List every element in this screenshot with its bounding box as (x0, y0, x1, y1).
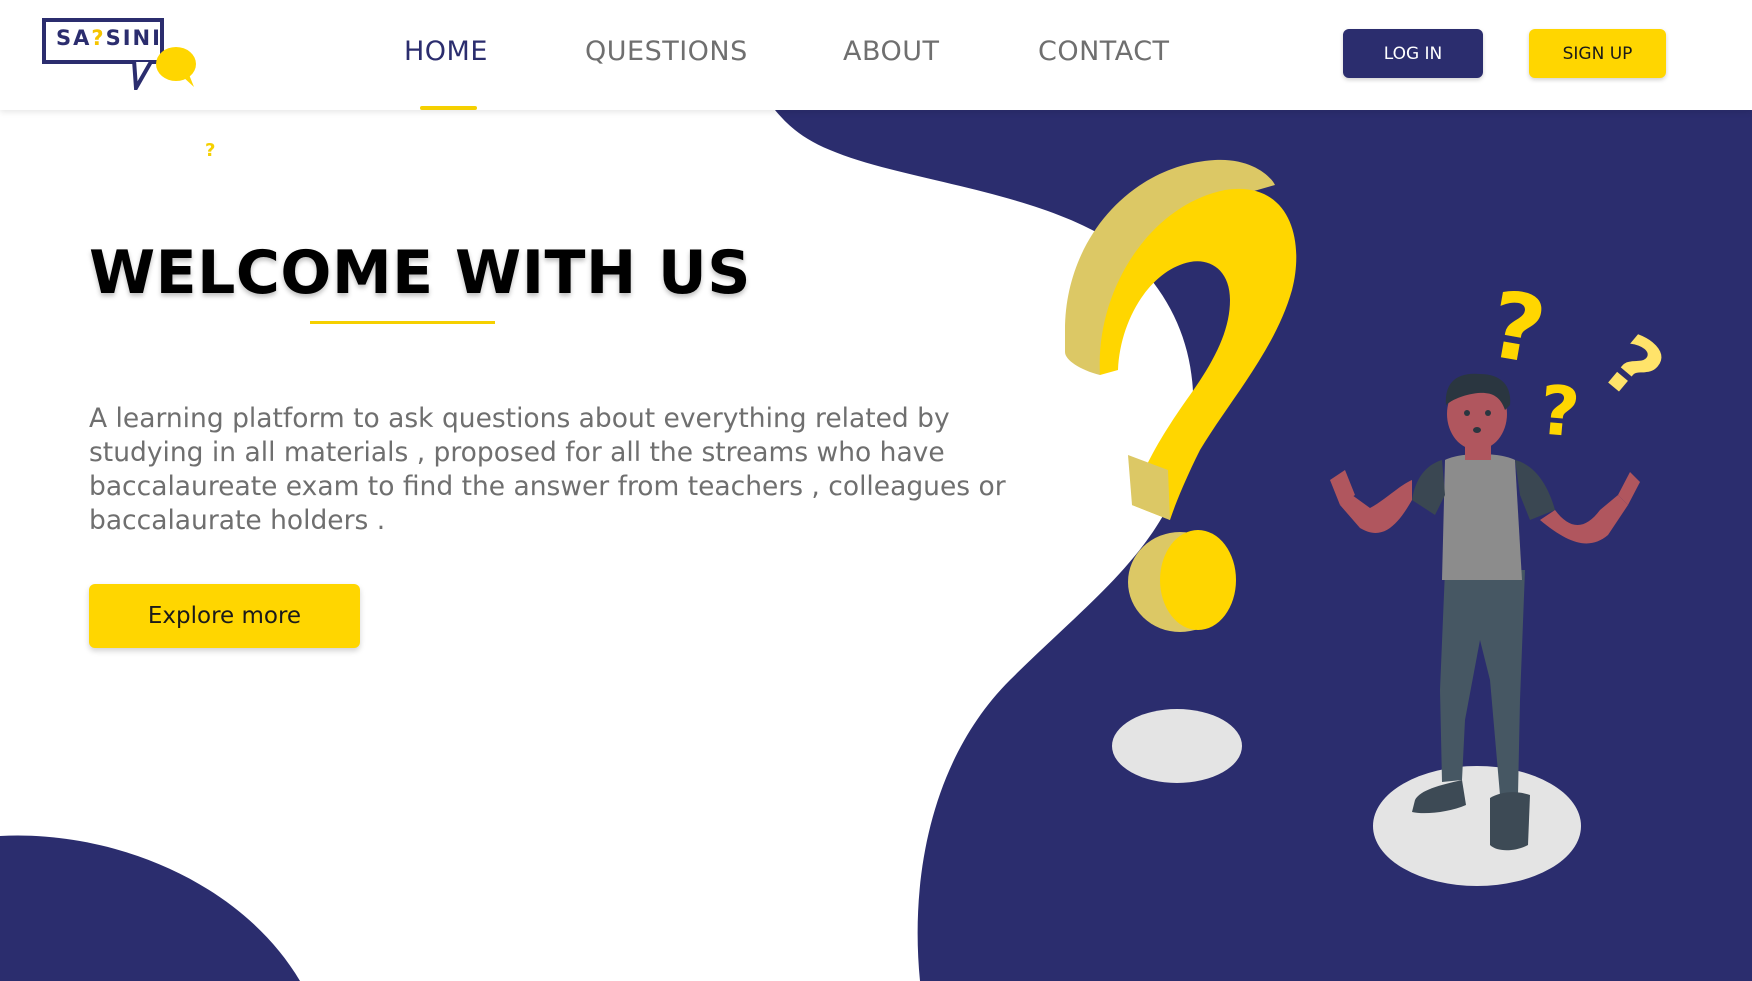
small-question-mark-icon: ? (205, 140, 216, 161)
floor-shadow-small (1112, 709, 1242, 783)
logo-text: SA?SINI (56, 26, 162, 50)
hero-title: WELCOME WITH US (89, 238, 751, 308)
nav-questions[interactable]: QUESTIONS (585, 36, 748, 67)
nav-active-indicator (420, 106, 477, 110)
top-navbar: SA?SINI HOME QUESTIONS ABOUT CONTACT LOG… (0, 0, 1752, 110)
logo-bubble-tail-icon (132, 60, 154, 90)
floating-question-mark-1: ? (1482, 271, 1553, 386)
signup-button[interactable]: SIGN UP (1529, 29, 1666, 78)
login-button[interactable]: LOG IN (1343, 29, 1483, 78)
hero-title-underline (310, 321, 495, 324)
logo-speech-bubble-icon (156, 47, 196, 87)
floor-shadow-large (1373, 766, 1581, 886)
nav-contact[interactable]: CONTACT (1038, 36, 1170, 67)
nav-home[interactable]: HOME (404, 36, 488, 67)
floating-question-mark-3: ? (1586, 317, 1681, 418)
nav-about[interactable]: ABOUT (843, 36, 940, 67)
large-question-mark-icon (1065, 159, 1297, 632)
saqsini-logo[interactable]: SA?SINI (40, 16, 202, 92)
hero-description: A learning platform to ask questions abo… (89, 403, 1006, 536)
explore-more-button[interactable]: Explore more (89, 584, 360, 648)
floating-question-mark-2: ? (1536, 371, 1582, 453)
